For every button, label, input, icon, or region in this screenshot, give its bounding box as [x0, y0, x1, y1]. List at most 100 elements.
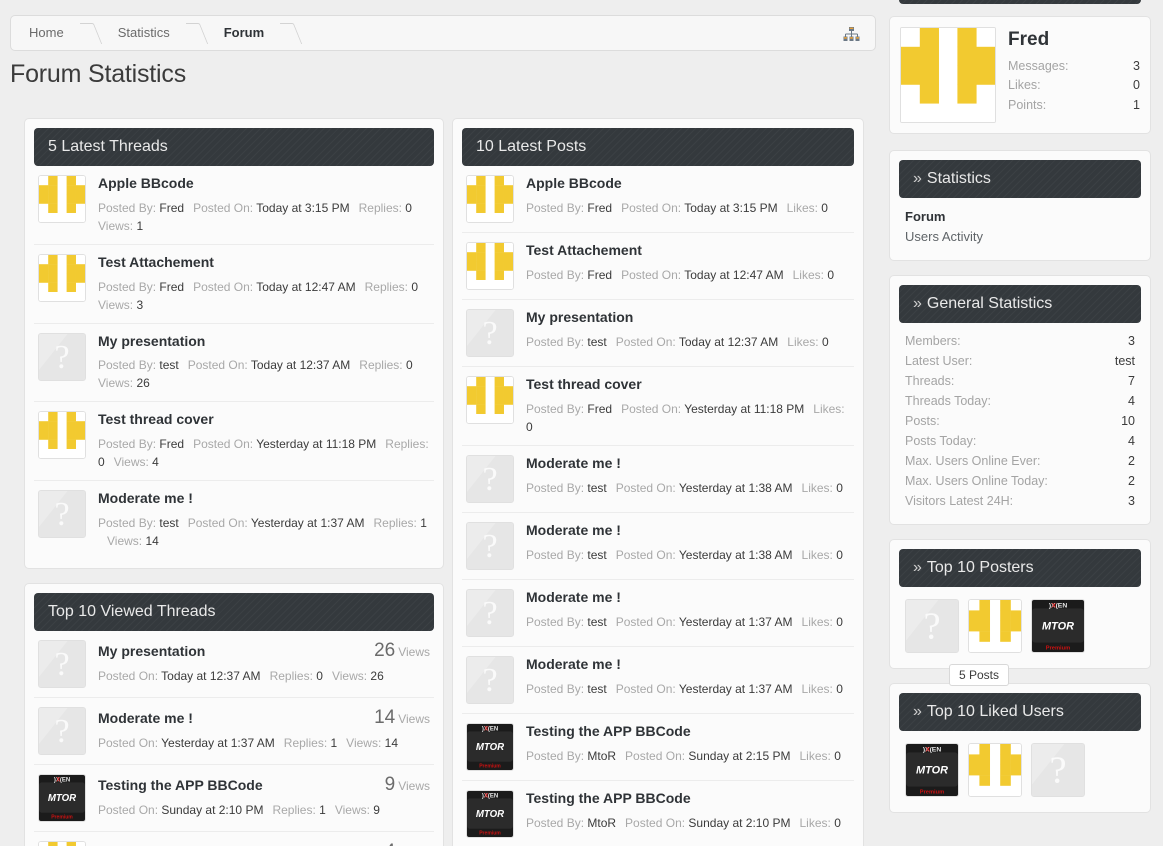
posted-by-value[interactable]: test: [587, 548, 606, 562]
posted-by-value[interactable]: Fred: [587, 201, 612, 215]
avatar[interactable]: [38, 411, 86, 460]
avatar[interactable]: )X(EN X MTOR Premium: [466, 789, 514, 838]
avatar[interactable]: [38, 253, 86, 302]
poster-avatar[interactable]: ?: [905, 599, 959, 654]
liked-user-avatar[interactable]: ?: [1031, 743, 1085, 798]
viewed-thread-row[interactable]: )X(EN X MTOR Premium Testing the APP BBC…: [34, 765, 434, 832]
thread-title[interactable]: My presentation: [98, 643, 374, 660]
views-value: 1: [136, 218, 144, 233]
post-title[interactable]: Moderate me !: [526, 522, 850, 539]
thread-title[interactable]: Test thread cover: [98, 411, 430, 428]
posted-by-value[interactable]: MtoR: [587, 816, 616, 830]
breadcrumb-item-statistics[interactable]: Statistics: [100, 15, 190, 51]
post-title[interactable]: Testing the APP BBCode: [526, 723, 850, 740]
post-row[interactable]: Test thread cover Posted By: Fred Posted O…: [462, 367, 854, 446]
avatar[interactable]: [466, 175, 514, 223]
post-row[interactable]: Test Attachement Posted By: Fred Posted On…: [462, 233, 854, 300]
avatar[interactable]: )X(EN X MTOR Premium: [38, 773, 86, 822]
avatar[interactable]: ?: [466, 588, 514, 637]
posted-by-value[interactable]: Fred: [159, 437, 184, 451]
general-stat-row: Visitors Latest 24H: 3: [905, 491, 1135, 511]
posted-by-value[interactable]: test: [587, 682, 606, 696]
post-row[interactable]: Apple BBcode Posted By: Fred Posted On: To…: [462, 166, 854, 233]
post-title[interactable]: Moderate me !: [526, 589, 850, 606]
thread-row[interactable]: ? My presentation Posted By: test Posted O…: [34, 324, 434, 403]
post-row-body: Moderate me ! Posted By: test Posted On: Y…: [526, 455, 850, 503]
avatar[interactable]: [466, 376, 514, 424]
replies-label: Replies:: [359, 358, 406, 373]
post-title[interactable]: Apple BBcode: [526, 175, 850, 192]
post-title[interactable]: Test thread cover: [526, 376, 850, 393]
general-stat-label: Max. Users Online Ever:: [905, 454, 1041, 469]
avatar[interactable]: ?: [38, 639, 86, 688]
post-row[interactable]: )X(EN X MTOR Premium Testing the APP BBC…: [462, 714, 854, 781]
post-row[interactable]: ? Moderate me ! Posted By: test Posted On:…: [462, 446, 854, 513]
viewed-thread-row[interactable]: Test thread cover4Views: [34, 832, 434, 846]
post-row[interactable]: ? Moderate me ! Posted By: test Posted On:…: [462, 647, 854, 714]
nav-link-users-activity[interactable]: Users Activity: [905, 227, 1135, 247]
poster-avatar[interactable]: [968, 599, 1022, 654]
thread-title[interactable]: Apple BBcode: [98, 175, 430, 192]
avatar[interactable]: [38, 840, 86, 846]
post-row[interactable]: )X(EN X MTOR Premium Testing the APP BBC…: [462, 781, 854, 846]
avatar[interactable]: [466, 242, 514, 290]
general-stat-row: Posts: 10: [905, 411, 1135, 431]
poster-avatar[interactable]: )X(EN X MTOR Premium: [1031, 599, 1085, 654]
thread-row[interactable]: Test thread cover Posted By: Fred Posted O…: [34, 402, 434, 482]
posted-by-value[interactable]: test: [159, 358, 178, 372]
post-row[interactable]: ? Moderate me ! Posted By: test Posted On:…: [462, 513, 854, 580]
avatar[interactable]: ?: [466, 521, 514, 570]
thread-title[interactable]: Testing the APP BBCode: [98, 777, 385, 794]
avatar[interactable]: ?: [466, 454, 514, 503]
post-title[interactable]: Moderate me !: [526, 656, 850, 673]
posted-by-value[interactable]: test: [587, 335, 606, 349]
general-stat-label: Members:: [905, 334, 961, 349]
breadcrumb-item-forum[interactable]: Forum: [206, 15, 284, 51]
post-title[interactable]: Test Attachement: [526, 242, 850, 259]
breadcrumb-item-home[interactable]: Home: [11, 15, 84, 51]
thread-title[interactable]: Moderate me !: [98, 490, 430, 507]
posted-by-value[interactable]: test: [587, 481, 606, 495]
avatar[interactable]: [38, 175, 86, 223]
posted-by-value[interactable]: test: [159, 516, 178, 530]
avatar[interactable]: ?: [38, 706, 86, 755]
general-stat-row: Threads Today: 4: [905, 391, 1135, 411]
avatar[interactable]: ?: [38, 490, 86, 539]
avatar[interactable]: ?: [466, 309, 514, 357]
post-row[interactable]: ? My presentation Posted By: test Posted O…: [462, 300, 854, 367]
posted-on-value: Yesterday at 1:37 AM: [678, 681, 793, 696]
post-title[interactable]: Testing the APP BBCode: [526, 790, 850, 807]
thread-row[interactable]: Apple BBcode Posted By: Fred Posted On: To…: [34, 166, 434, 245]
sitemap-icon[interactable]: [831, 19, 871, 49]
top-viewed-list: ? My presentation 26 Views Posted On: Today…: [34, 631, 434, 846]
thread-title[interactable]: Test Attachement: [98, 254, 430, 271]
post-row[interactable]: ? Moderate me ! Posted By: test Posted On:…: [462, 580, 854, 647]
viewed-thread-row[interactable]: ? Moderate me ! 14 Views Posted On: Yesterd…: [34, 698, 434, 765]
nav-link-forum[interactable]: Forum: [905, 207, 1135, 227]
thread-row[interactable]: Test Attachement Posted By: Fred Posted On…: [34, 245, 434, 324]
user-name[interactable]: Fred: [1008, 29, 1140, 51]
viewed-thread-row[interactable]: ? My presentation 26 Views Posted On: Today…: [34, 631, 434, 698]
avatar[interactable]: [900, 27, 996, 123]
posted-by-value[interactable]: test: [587, 615, 606, 629]
post-title[interactable]: Moderate me !: [526, 455, 850, 472]
thread-row[interactable]: ? Moderate me ! Posted By: test Posted On:…: [34, 481, 434, 559]
thread-title[interactable]: Moderate me !: [98, 710, 374, 727]
liked-user-avatar[interactable]: [968, 743, 1022, 798]
avatar[interactable]: )X(EN X MTOR Premium: [466, 722, 514, 771]
avatar[interactable]: ?: [466, 655, 514, 704]
avatar[interactable]: ?: [38, 332, 86, 381]
general-stat-value: 2: [1128, 454, 1135, 469]
thread-title[interactable]: My presentation: [98, 333, 430, 350]
posted-by-value[interactable]: Fred: [587, 268, 612, 282]
posted-on-label: Posted On:: [615, 547, 679, 562]
chevron-double-right-icon: »: [913, 703, 922, 721]
thread-meta: Posted By: Fred Posted On: Today at 12:47…: [98, 278, 430, 314]
post-title[interactable]: My presentation: [526, 309, 850, 326]
posted-by-value[interactable]: Fred: [159, 280, 184, 294]
posted-by-value[interactable]: Fred: [587, 402, 612, 416]
posted-by-value[interactable]: MtoR: [587, 749, 616, 763]
thread-avatar-wrap: [38, 840, 86, 846]
posted-by-value[interactable]: Fred: [159, 201, 184, 215]
liked-user-avatar[interactable]: )X(EN X MTOR Premium: [905, 743, 959, 798]
